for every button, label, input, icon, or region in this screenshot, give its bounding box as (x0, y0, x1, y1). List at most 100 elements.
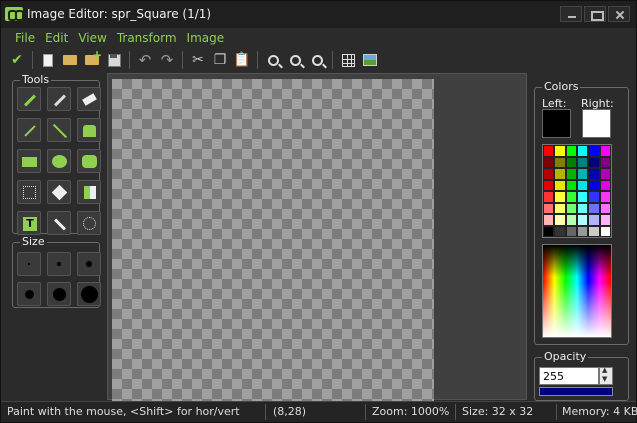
palette-swatch[interactable] (554, 156, 566, 168)
image-button[interactable] (360, 50, 380, 70)
palette-swatch[interactable] (576, 145, 589, 157)
open-button[interactable] (60, 50, 80, 70)
paste-button[interactable]: 📋 (232, 50, 252, 70)
palette-swatch[interactable] (588, 225, 600, 237)
palette-swatch[interactable] (554, 179, 566, 191)
color-palette[interactable] (542, 144, 612, 238)
palette-swatch[interactable] (588, 191, 600, 203)
menu-file[interactable]: File (10, 29, 40, 47)
eraser-tool[interactable] (77, 87, 101, 111)
palette-swatch[interactable] (543, 179, 555, 191)
color-picker-tool[interactable] (17, 118, 41, 142)
palette-swatch[interactable] (599, 191, 611, 203)
save-button[interactable] (104, 50, 124, 70)
palette-swatch[interactable] (599, 202, 611, 214)
palette-swatch[interactable] (565, 225, 577, 237)
size-4-button[interactable] (17, 282, 41, 306)
zoom-reset-button[interactable] (285, 50, 305, 70)
size-1-button[interactable] (17, 252, 41, 276)
palette-swatch[interactable] (565, 191, 577, 203)
palette-swatch[interactable] (543, 168, 555, 180)
ellipse-tool[interactable] (47, 149, 71, 173)
line-tool[interactable] (47, 118, 71, 142)
palette-swatch[interactable] (554, 202, 566, 214)
palette-swatch[interactable] (576, 214, 589, 226)
palette-swatch[interactable] (599, 179, 611, 191)
opacity-preview-bar[interactable] (539, 387, 613, 396)
palette-swatch[interactable] (576, 156, 589, 168)
menu-transform[interactable]: Transform (112, 29, 182, 47)
menu-edit[interactable]: Edit (40, 29, 73, 47)
palette-swatch[interactable] (565, 214, 577, 226)
confirm-button[interactable]: ✔ (7, 50, 27, 70)
change-color-tool[interactable] (47, 211, 71, 235)
new-button[interactable] (38, 50, 58, 70)
drawing-canvas[interactable] (112, 79, 434, 401)
fill-tool[interactable] (77, 118, 101, 142)
palette-swatch[interactable] (565, 179, 577, 191)
selection-tool[interactable] (17, 180, 41, 204)
palette-swatch[interactable] (576, 191, 589, 203)
zoom-in-button[interactable] (307, 50, 327, 70)
palette-swatch[interactable] (565, 145, 577, 157)
palette-swatch[interactable] (588, 145, 600, 157)
palette-swatch[interactable] (543, 191, 555, 203)
add-file-button[interactable] (82, 50, 102, 70)
palette-swatch[interactable] (588, 202, 600, 214)
brush-select-tool[interactable] (77, 180, 101, 204)
title-bar[interactable]: Image Editor: spr_Square (1/1) (1, 1, 636, 28)
size-5-button[interactable] (47, 282, 71, 306)
palette-swatch[interactable] (576, 225, 589, 237)
palette-swatch[interactable] (588, 179, 600, 191)
palette-swatch[interactable] (599, 156, 611, 168)
palette-swatch[interactable] (543, 145, 555, 157)
palette-swatch[interactable] (588, 156, 600, 168)
palette-swatch[interactable] (543, 156, 555, 168)
size-2-button[interactable] (47, 252, 71, 276)
zoom-out-button[interactable] (263, 50, 283, 70)
menu-view[interactable]: View (73, 29, 111, 47)
palette-swatch[interactable] (588, 214, 600, 226)
palette-swatch[interactable] (576, 179, 589, 191)
cut-button[interactable]: ✂ (188, 50, 208, 70)
palette-swatch[interactable] (543, 225, 555, 237)
palette-swatch[interactable] (599, 145, 611, 157)
rectangle-tool[interactable] (17, 149, 41, 173)
undo-button[interactable]: ↶ (135, 50, 155, 70)
opacity-input[interactable] (539, 367, 599, 385)
palette-swatch[interactable] (554, 168, 566, 180)
redo-button[interactable]: ↷ (157, 50, 177, 70)
circle-select-tool[interactable] (77, 211, 101, 235)
palette-swatch[interactable] (565, 202, 577, 214)
spray-tool[interactable] (47, 87, 71, 111)
size-3-button[interactable] (77, 252, 101, 276)
opacity-stepper[interactable] (599, 366, 613, 385)
right-color-swatch[interactable] (582, 109, 611, 138)
rounded-rectangle-tool[interactable] (77, 149, 101, 173)
grid-button[interactable] (338, 50, 358, 70)
minimize-button[interactable] (560, 6, 582, 22)
color-spectrum[interactable] (542, 244, 612, 338)
close-button[interactable] (608, 6, 630, 22)
canvas-area[interactable] (107, 73, 527, 401)
palette-swatch[interactable] (599, 225, 611, 237)
palette-swatch[interactable] (565, 168, 577, 180)
palette-swatch[interactable] (565, 156, 577, 168)
palette-swatch[interactable] (554, 214, 566, 226)
pencil-tool[interactable] (17, 87, 41, 111)
maximize-button[interactable] (584, 6, 606, 22)
palette-swatch[interactable] (543, 202, 555, 214)
size-6-button[interactable] (77, 282, 101, 306)
magic-wand-tool[interactable] (47, 180, 71, 204)
palette-swatch[interactable] (599, 214, 611, 226)
copy-button[interactable]: ❐ (210, 50, 230, 70)
palette-swatch[interactable] (576, 168, 589, 180)
menu-image[interactable]: Image (182, 29, 230, 47)
palette-swatch[interactable] (599, 168, 611, 180)
palette-swatch[interactable] (554, 191, 566, 203)
palette-swatch[interactable] (576, 202, 589, 214)
palette-swatch[interactable] (543, 214, 555, 226)
left-color-swatch[interactable] (542, 109, 571, 138)
text-tool[interactable]: T (17, 211, 41, 235)
palette-swatch[interactable] (554, 145, 566, 157)
